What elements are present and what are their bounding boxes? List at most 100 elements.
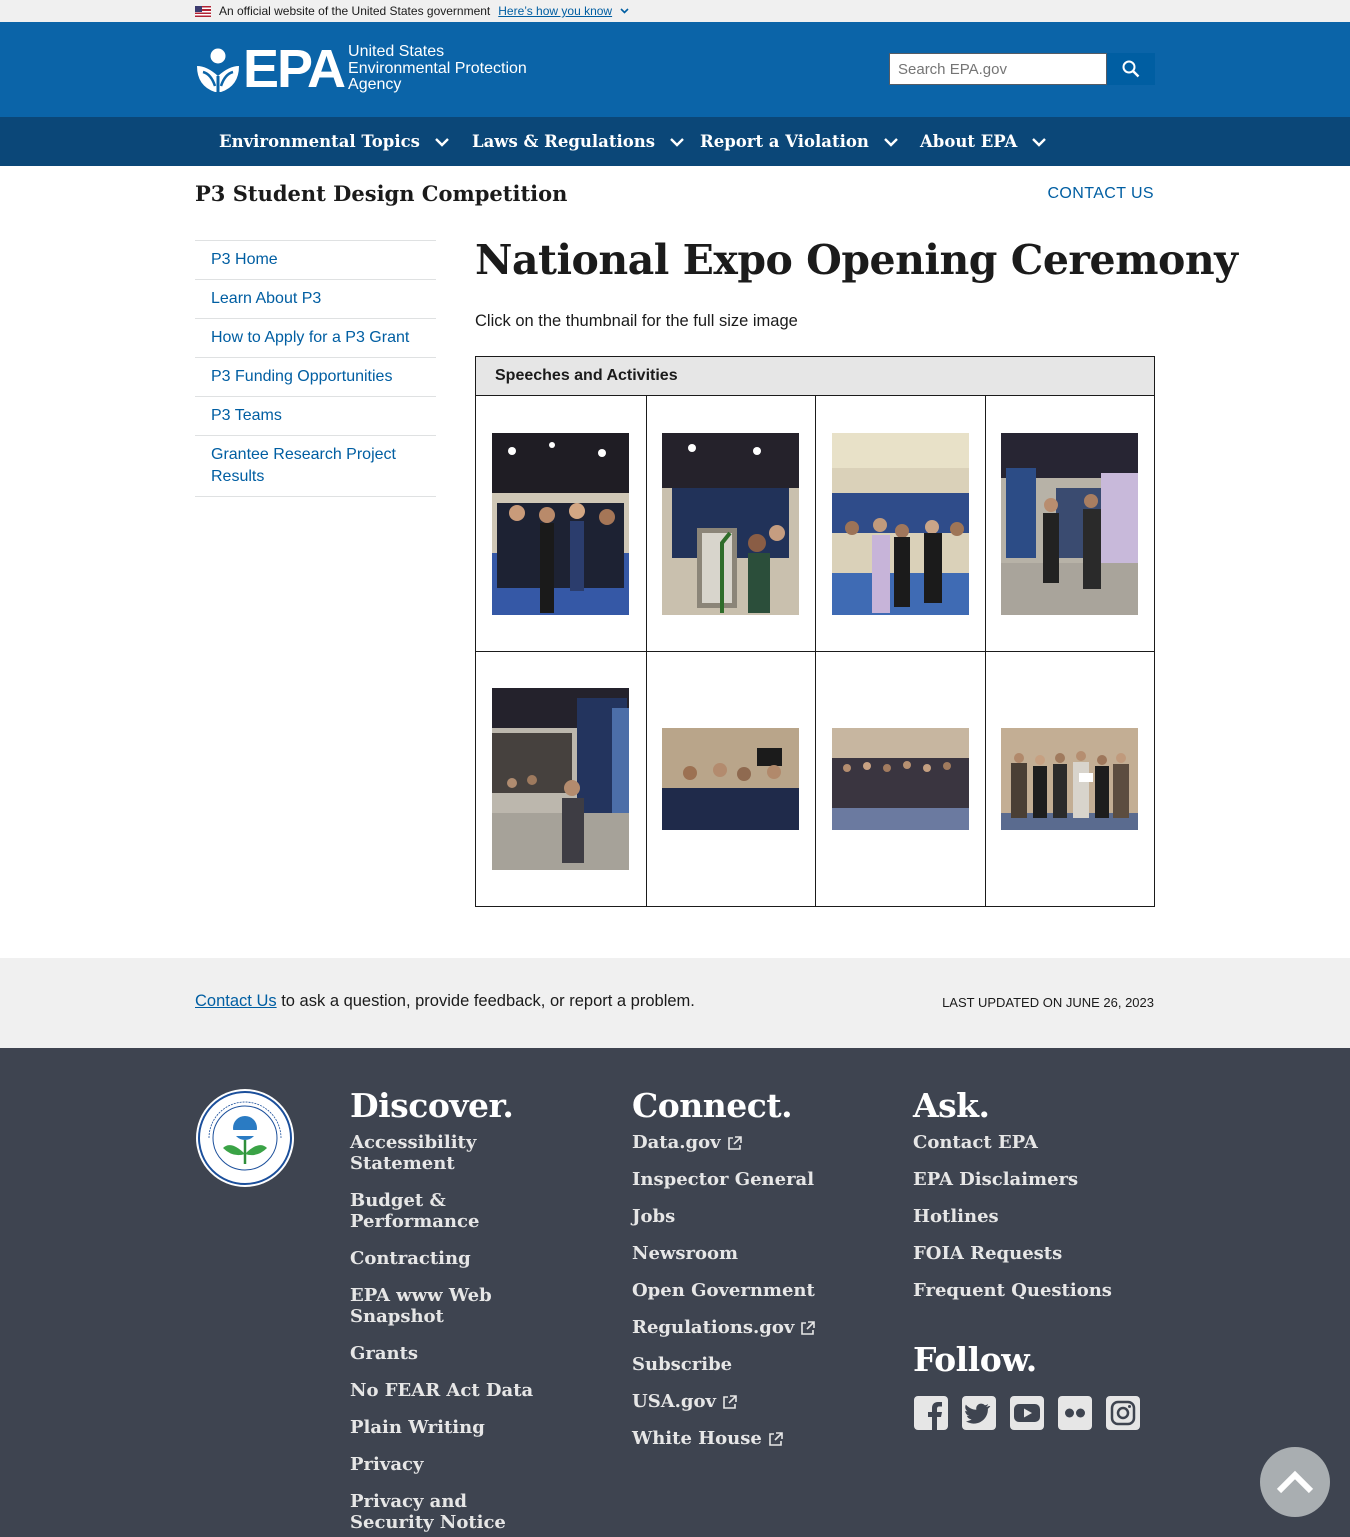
audience-group-photo [831,728,969,830]
footer-link-external[interactable]: Regulations.gov [632,1317,862,1338]
social-links [913,1395,1141,1436]
youtube-link[interactable] [1009,1395,1045,1436]
footer-follow: Follow. [913,1340,1037,1379]
nav-label: Laws & Regulations [472,132,656,151]
external-link-icon [801,1320,816,1335]
footer-link[interactable]: Plain Writing [350,1417,580,1438]
footer-link-external[interactable]: USA.gov [632,1391,862,1412]
photo-thumbnail-link[interactable] [492,432,630,615]
footer-contact-bar: Contact Us to ask a question, provide fe… [0,958,1350,1048]
expo-speech-photo [492,688,630,870]
flickr-link[interactable] [1057,1395,1093,1436]
gov-banner: An official website of the United States… [0,0,1350,22]
expo-crowd-photo [492,432,630,615]
epa-logo[interactable]: EPA United States Environmental Protecti… [195,38,527,99]
footer-contact-message: to ask a question, provide feedback, or … [276,992,695,1010]
footer-link[interactable]: Subscribe [632,1354,862,1375]
footer-link-label: USA.gov [632,1391,716,1412]
footer-connect-column: Connect. Data.gov Inspector General Jobs… [632,1086,862,1465]
photo-thumbnail-link[interactable] [662,728,800,830]
nav-about-epa[interactable]: About EPA [920,117,1047,166]
page-title: National Expo Opening Ceremony [475,236,1238,284]
instagram-icon [1106,1396,1140,1430]
footer-contact-text: Contact Us to ask a question, provide fe… [195,992,695,1011]
footer-link[interactable]: Open Government [632,1280,862,1301]
contact-us-link[interactable]: CONTACT US [1047,185,1154,203]
photo-thumbnail-link[interactable] [1001,728,1139,830]
expo-group-photo [831,432,969,615]
chevron-down-icon [884,137,898,147]
sidebar-item-how-to-apply[interactable]: How to Apply for a P3 Grant [195,319,436,358]
site-footer: Discover. Accessibility Statement Budget… [0,1048,1350,1537]
footer-contact-us-link[interactable]: Contact Us [195,992,277,1010]
footer-link[interactable]: Budget & Performance [350,1190,580,1232]
gallery-cell [984,396,1155,651]
instagram-link[interactable] [1105,1395,1141,1436]
gov-banner-text: An official website of the United States… [219,4,491,18]
photo-thumbnail-link[interactable] [1001,432,1139,615]
award-group-photo [1001,728,1139,830]
flickr-icon [1058,1396,1092,1430]
footer-link[interactable]: Grants [350,1343,580,1364]
footer-link[interactable]: Newsroom [632,1243,862,1264]
sidebar: P3 Home Learn About P3 How to Apply for … [195,240,436,497]
us-flag-icon [195,5,211,17]
footer-link[interactable]: Contracting [350,1248,580,1269]
footer-heading: Follow. [913,1340,1037,1379]
photo-thumbnail-link[interactable] [492,688,630,870]
footer-link[interactable]: Inspector General [632,1169,862,1190]
footer-link[interactable]: Frequent Questions [913,1280,1143,1301]
footer-link[interactable]: Hotlines [913,1206,1143,1227]
gallery-cell [645,652,816,906]
gallery-cell [815,396,985,651]
sidebar-item-funding[interactable]: P3 Funding Opportunities [195,358,436,397]
facebook-link[interactable] [913,1395,949,1436]
gallery-cell [476,396,646,651]
photo-thumbnail-link[interactable] [662,432,800,615]
footer-link[interactable]: Privacy [350,1454,580,1475]
sidebar-item-learn-about-p3[interactable]: Learn About P3 [195,280,436,319]
heres-how-you-know-link[interactable]: Here’s how you know [498,4,612,18]
logo-letters: EPA [243,38,346,99]
epa-seal-icon [196,1089,294,1187]
search-button[interactable] [1107,53,1155,85]
nav-laws-regulations[interactable]: Laws & Regulations [472,117,685,166]
logo-line: United States [348,43,445,60]
photo-gallery-table: Speeches and Activities [475,356,1155,907]
twitter-link[interactable] [961,1395,997,1436]
photo-thumbnail-link[interactable] [831,728,969,830]
footer-heading: Ask. [913,1086,990,1125]
expo-speaker-photo [1001,432,1139,615]
footer-link-external[interactable]: Data.gov [632,1132,862,1153]
photo-thumbnail-link[interactable] [831,432,969,615]
footer-discover-column: Discover. Accessibility Statement Budget… [350,1086,580,1537]
last-updated-date: LAST UPDATED ON JUNE 26, 2023 [942,995,1154,1010]
footer-link[interactable]: No FEAR Act Data [350,1380,580,1401]
chevron-down-icon[interactable] [620,8,629,14]
search-input[interactable] [889,53,1107,85]
footer-heading: Connect. [632,1086,793,1125]
footer-heading: Discover. [350,1086,514,1125]
back-to-top-button[interactable] [1260,1447,1330,1517]
footer-link[interactable]: Jobs [632,1206,862,1227]
footer-link[interactable]: Contact EPA [913,1132,1143,1153]
sidebar-item-teams[interactable]: P3 Teams [195,397,436,436]
youtube-icon [1010,1396,1044,1430]
nav-report-violation[interactable]: Report a Violation [700,117,899,166]
gallery-row [476,651,1154,906]
microsite-title[interactable]: P3 Student Design Competition [195,181,567,206]
main-nav: Environmental Topics Laws & Regulations … [0,117,1350,166]
gallery-cell [984,652,1155,906]
footer-link[interactable]: Accessibility Statement [350,1132,580,1174]
nav-label: About EPA [920,132,1018,151]
footer-link[interactable]: EPA www Web Snapshot [350,1285,580,1327]
sidebar-item-grantee-results[interactable]: Grantee Research Project Results [195,436,436,497]
nav-environmental-topics[interactable]: Environmental Topics [219,117,450,166]
sidebar-item-p3-home[interactable]: P3 Home [195,241,436,280]
footer-link[interactable]: EPA Disclaimers [913,1169,1143,1190]
facebook-icon [914,1396,948,1430]
footer-link[interactable]: Privacy and Security Notice [350,1491,550,1533]
footer-link-external[interactable]: White House [632,1428,862,1449]
chevron-down-icon [435,137,449,147]
footer-link[interactable]: FOIA Requests [913,1243,1143,1264]
